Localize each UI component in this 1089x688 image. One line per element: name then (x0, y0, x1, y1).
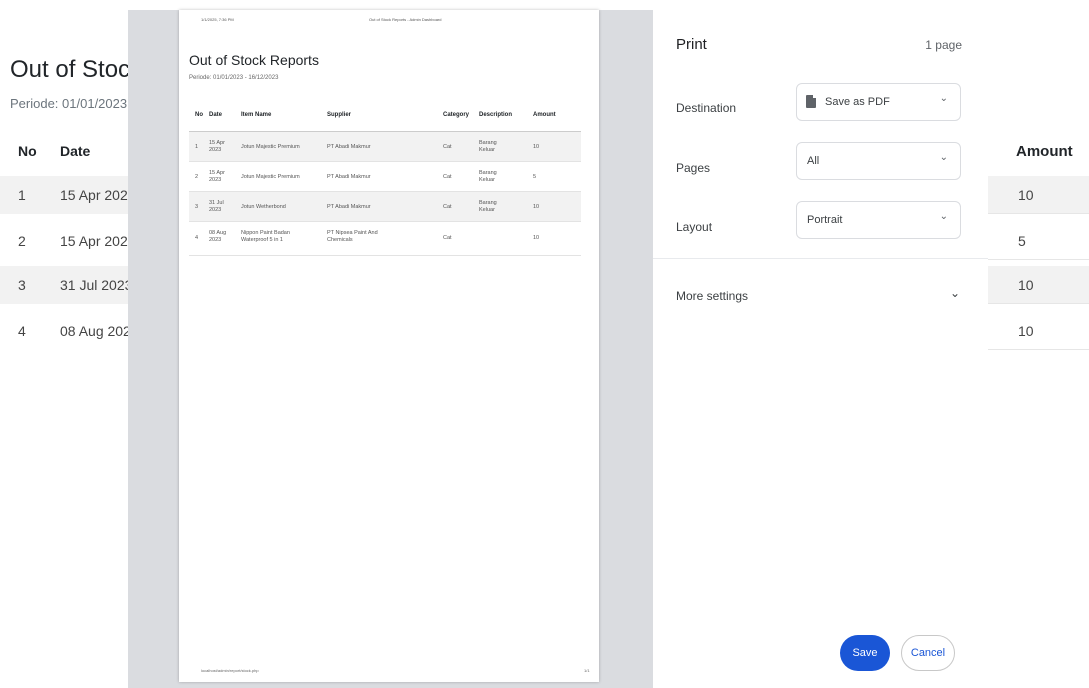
background-table-row: 10 (988, 312, 1089, 350)
background-table-row: 4 08 Aug 202 (0, 312, 140, 350)
preview-table-header: No Date Item Name Supplier Category Desc… (189, 102, 581, 132)
cell-supplier: PT Nipsea Paint And Chemicals (327, 230, 378, 243)
print-preview-page: 1/1/2025, 7:36 PM Out of Stock Reports -… (179, 10, 599, 682)
cell-item: Jotun Majestic Premium (241, 144, 300, 150)
pages-select[interactable]: All ⌄ (796, 142, 961, 180)
preview-table-row: 1 15 Apr 2023 Jotun Majestic Premium PT … (189, 132, 581, 162)
background-periode: Periode: 01/01/2023 (10, 96, 128, 111)
print-dialog: 1/1/2025, 7:36 PM Out of Stock Reports -… (128, 10, 988, 688)
chevron-down-icon: ⌄ (939, 152, 948, 163)
preview-header-date: Date (209, 112, 223, 118)
background-header-amount: Amount (1016, 143, 1073, 160)
cell-item: Jotun Wetherbond (241, 204, 286, 210)
print-preview-area[interactable]: 1/1/2025, 7:36 PM Out of Stock Reports -… (128, 10, 653, 688)
cell-date: 31 Jul 2023 (209, 200, 224, 213)
row-no: 3 (18, 277, 26, 293)
cell-description: Barang Keluar (479, 200, 497, 213)
background-header-date: Date (60, 143, 91, 159)
cell-no: 2 (195, 174, 199, 180)
destination-value: Save as PDF (825, 96, 890, 108)
background-table-row: 5 (988, 222, 1089, 260)
row-amount: 10 (1018, 323, 1034, 339)
cell-amount: 10 (533, 144, 540, 150)
background-page-right: Amount 10 5 10 10 (988, 0, 1089, 688)
background-header-no: No (18, 143, 37, 159)
cell-amount: 10 (533, 235, 540, 241)
destination-select[interactable]: Save as PDF ⌄ (796, 83, 961, 121)
cell-date: 15 Apr 2023 (209, 140, 225, 153)
pages-value: All (807, 155, 820, 167)
cell-category: Cat (443, 204, 452, 210)
print-title: Print (676, 36, 707, 53)
cell-item: Jotun Majestic Premium (241, 174, 300, 180)
divider (653, 258, 988, 259)
cancel-button[interactable]: Cancel (901, 635, 955, 671)
preview-header-datetime: 1/1/2025, 7:36 PM (201, 17, 234, 22)
preview-report-title: Out of Stock Reports (189, 52, 319, 68)
preview-header-supplier: Supplier (327, 112, 352, 118)
chevron-down-icon: ⌄ (939, 93, 948, 104)
row-amount: 10 (1018, 277, 1034, 293)
background-table-row: 10 (988, 266, 1089, 304)
preview-periode: Periode: 01/01/2023 - 16/12/2023 (189, 75, 279, 81)
cell-supplier: PT Abadi Makmur (327, 174, 371, 180)
preview-header-page-title: Out of Stock Reports - Admin Dashboard (369, 17, 442, 22)
row-no: 2 (18, 233, 26, 249)
row-no: 1 (18, 187, 26, 203)
destination-label: Destination (676, 101, 737, 115)
preview-table-row: 3 31 Jul 2023 Jotun Wetherbond PT Abadi … (189, 192, 581, 222)
cell-description: Barang Keluar (479, 170, 497, 183)
background-table-row: 10 (988, 176, 1089, 214)
preview-table: No Date Item Name Supplier Category Desc… (189, 102, 581, 256)
save-button[interactable]: Save (840, 635, 890, 671)
row-date: 15 Apr 202 (60, 233, 128, 249)
layout-label: Layout (676, 220, 713, 234)
row-amount: 10 (1018, 187, 1034, 203)
cell-category: Cat (443, 235, 452, 241)
cell-item: Nippon Paint Badan Waterproof 5 in 1 (241, 230, 290, 243)
cell-no: 1 (195, 144, 199, 150)
cell-amount: 5 (533, 174, 537, 180)
preview-footer-url: localhost/admin/report/stock.php (201, 668, 259, 673)
preview-header-no: No (195, 112, 203, 118)
print-settings-panel: Print 1 page Destination Save as PDF ⌄ P… (653, 10, 988, 688)
cell-no: 3 (195, 204, 199, 210)
cell-date: 08 Aug 2023 (209, 230, 227, 243)
layout-select[interactable]: Portrait ⌄ (796, 201, 961, 239)
preview-table-row: 4 08 Aug 2023 Nippon Paint Badan Waterpr… (189, 222, 581, 256)
page-count: 1 page (925, 38, 962, 52)
pages-label: Pages (676, 161, 711, 175)
cell-amount: 10 (533, 204, 540, 210)
row-date: 15 Apr 202 (60, 187, 128, 203)
background-page-title: Out of Stoc (10, 56, 131, 83)
pdf-file-icon (806, 95, 816, 108)
background-table-row: 1 15 Apr 202 (0, 176, 140, 214)
cell-supplier: PT Abadi Makmur (327, 204, 371, 210)
preview-header-amount: Amount (533, 112, 556, 118)
more-settings-toggle[interactable]: More settings (676, 289, 748, 303)
background-table-row: 2 15 Apr 202 (0, 222, 140, 260)
cell-description: Barang Keluar (479, 140, 497, 153)
preview-table-row: 2 15 Apr 2023 Jotun Majestic Premium PT … (189, 162, 581, 192)
chevron-down-icon: ⌄ (939, 211, 948, 222)
cell-date: 15 Apr 2023 (209, 170, 225, 183)
cell-supplier: PT Abadi Makmur (327, 144, 371, 150)
preview-header-description: Description (479, 112, 513, 118)
layout-value: Portrait (807, 214, 843, 226)
preview-header-category: Category (443, 112, 470, 118)
cell-category: Cat (443, 174, 452, 180)
cell-no: 4 (195, 235, 199, 241)
row-no: 4 (18, 323, 26, 339)
cell-category: Cat (443, 144, 452, 150)
background-table-row: 3 31 Jul 2023 (0, 266, 140, 304)
chevron-down-icon[interactable]: ⌄ (950, 286, 960, 300)
row-date: 08 Aug 202 (60, 323, 131, 339)
background-page-left: Out of Stoc Periode: 01/01/2023 No Date … (0, 0, 140, 688)
preview-footer-page-number: 1/1 (584, 668, 590, 673)
preview-header-item: Item Name (241, 112, 272, 118)
row-date: 31 Jul 2023 (60, 277, 133, 293)
row-amount: 5 (1018, 233, 1026, 249)
